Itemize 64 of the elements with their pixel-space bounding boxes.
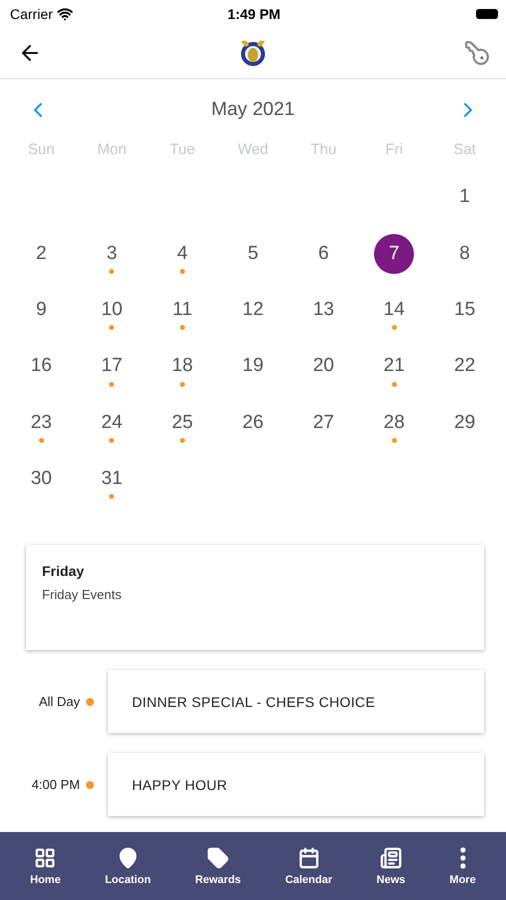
tab-bar-item[interactable]: More [446,832,480,900]
event-dot [86,780,94,789]
weekday-label: Thu [310,141,338,160]
calendar-day[interactable]: 10 [92,290,132,330]
calendar-day[interactable]: 21 [374,346,414,386]
calendar-day[interactable]: 11 [162,290,202,330]
tab-bar-item[interactable]: News [372,832,410,900]
tab-bar-item[interactable]: Home [26,832,65,900]
tab-bar-item[interactable]: Rewards [191,832,245,900]
calendar-day[interactable]: 5 [232,234,273,274]
calendar-day[interactable]: 4 [162,234,202,274]
event-card[interactable]: HAPPY HOUR [108,753,484,816]
event-time: 4:00 PM [30,777,80,792]
calendar-day[interactable]: 6 [304,234,344,274]
calendar-day[interactable]: 12 [232,290,273,330]
calendar-day[interactable]: 26 [232,402,273,443]
calendar-day[interactable]: 19 [232,346,273,386]
calendar-day[interactable]: 2 [21,234,62,274]
day-title: Friday [42,563,86,580]
battery-icon [476,9,498,19]
calendar-day[interactable]: 8 [444,234,485,274]
event-card[interactable]: DINNER SPECIAL - CHEFS CHOICE [108,670,484,734]
weekday-label: Sun [26,141,56,160]
weekday-label: Mon [96,141,128,160]
carrier-name: Carrier [10,6,53,22]
calendar-day[interactable]: 24 [92,402,132,443]
calendar-day[interactable]: 22 [444,346,485,386]
calendar-day[interactable]: 9 [21,290,62,330]
calendar-day[interactable]: 16 [21,346,62,386]
calendar-day[interactable]: 20 [304,346,344,386]
key-icon[interactable] [464,40,490,66]
event-dot [86,698,94,706]
grid-icon [34,846,56,868]
wifi-icon [56,6,73,22]
calendar-day[interactable]: 23 [21,402,62,443]
calendar-day[interactable]: 1 [444,177,485,218]
weekday-label: Wed [236,141,270,160]
calendar-day[interactable]: 3 [92,234,132,274]
weekday-label: Tue [168,141,196,160]
calendar-day[interactable]: 29 [444,402,485,443]
calendar-day[interactable]: 17 [92,346,132,386]
calendar-day[interactable]: 31 [92,459,132,500]
weekday-label: Fri [384,141,404,160]
calendar-day[interactable]: 7 [374,234,414,274]
tab-bar-item[interactable]: Calendar [281,832,336,900]
calendar-day[interactable]: 13 [304,290,344,330]
weekday-label: Sat [452,141,477,160]
calendar-day[interactable]: 27 [304,402,344,443]
clock-time: 1:49 PM [228,6,280,22]
calendar-day[interactable]: 28 [374,402,414,443]
tag-icon [206,846,229,868]
calendar-day[interactable]: 14 [374,290,414,330]
day-subtitle: Friday Events [42,587,122,602]
calendar-day[interactable]: 25 [162,402,202,443]
calendar-day[interactable]: 18 [162,346,202,386]
calendar-icon [298,846,320,868]
calendar-day[interactable]: 30 [21,459,62,500]
month-title: May 2021 [211,99,295,121]
map-pin-icon [116,846,139,868]
tab-bar-item[interactable]: Location [100,832,155,900]
event-time: All Day [38,694,80,710]
more-icon [460,846,466,868]
calendar-day[interactable]: 15 [444,290,485,330]
newspaper-icon [380,846,402,868]
